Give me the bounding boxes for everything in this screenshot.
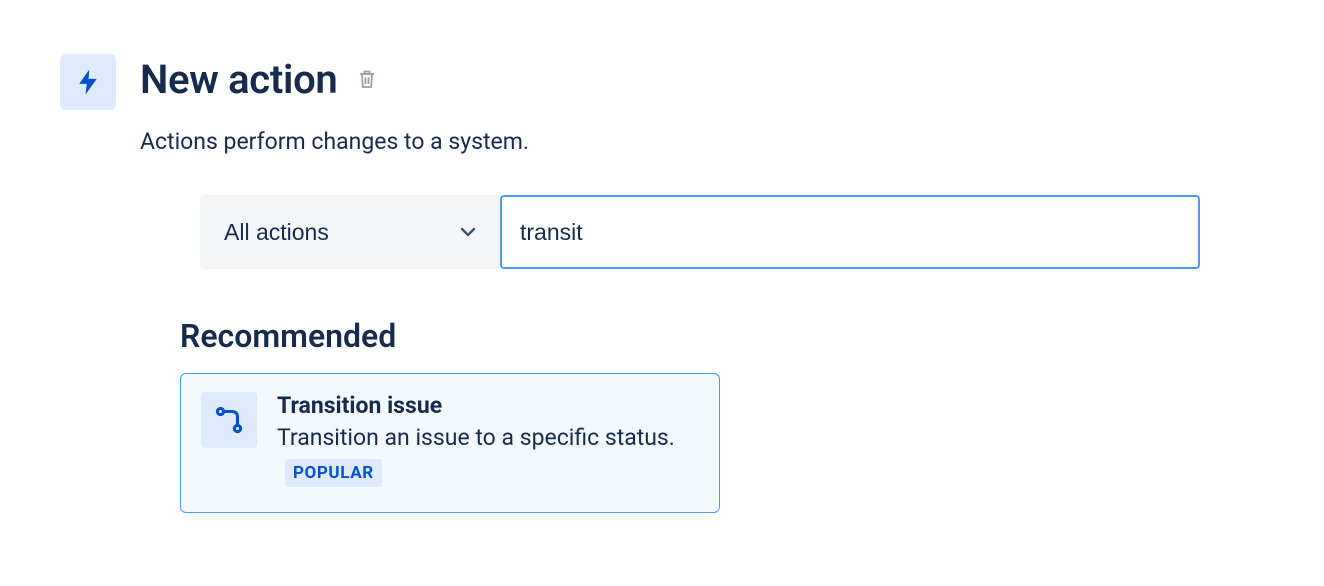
trash-icon [355, 67, 379, 91]
page-description: Actions perform changes to a system. [140, 128, 1264, 155]
popular-badge: POPULAR [285, 459, 382, 488]
dropdown-label: All actions [224, 219, 329, 246]
category-dropdown[interactable]: All actions [200, 195, 500, 269]
section-title: Recommended [180, 317, 1264, 355]
delete-button[interactable] [353, 65, 381, 93]
lightning-icon [60, 54, 116, 110]
card-description: Transition an issue to a specific status… [277, 421, 699, 490]
card-title: Transition issue [277, 392, 699, 419]
chevron-down-icon [456, 220, 480, 244]
action-card-transition-issue[interactable]: Transition issue Transition an issue to … [180, 373, 720, 513]
transition-icon [201, 392, 257, 448]
header-row: New action [60, 48, 1264, 110]
search-input[interactable] [500, 195, 1200, 269]
page-title: New action [140, 56, 337, 103]
filter-row: All actions [200, 195, 1264, 269]
